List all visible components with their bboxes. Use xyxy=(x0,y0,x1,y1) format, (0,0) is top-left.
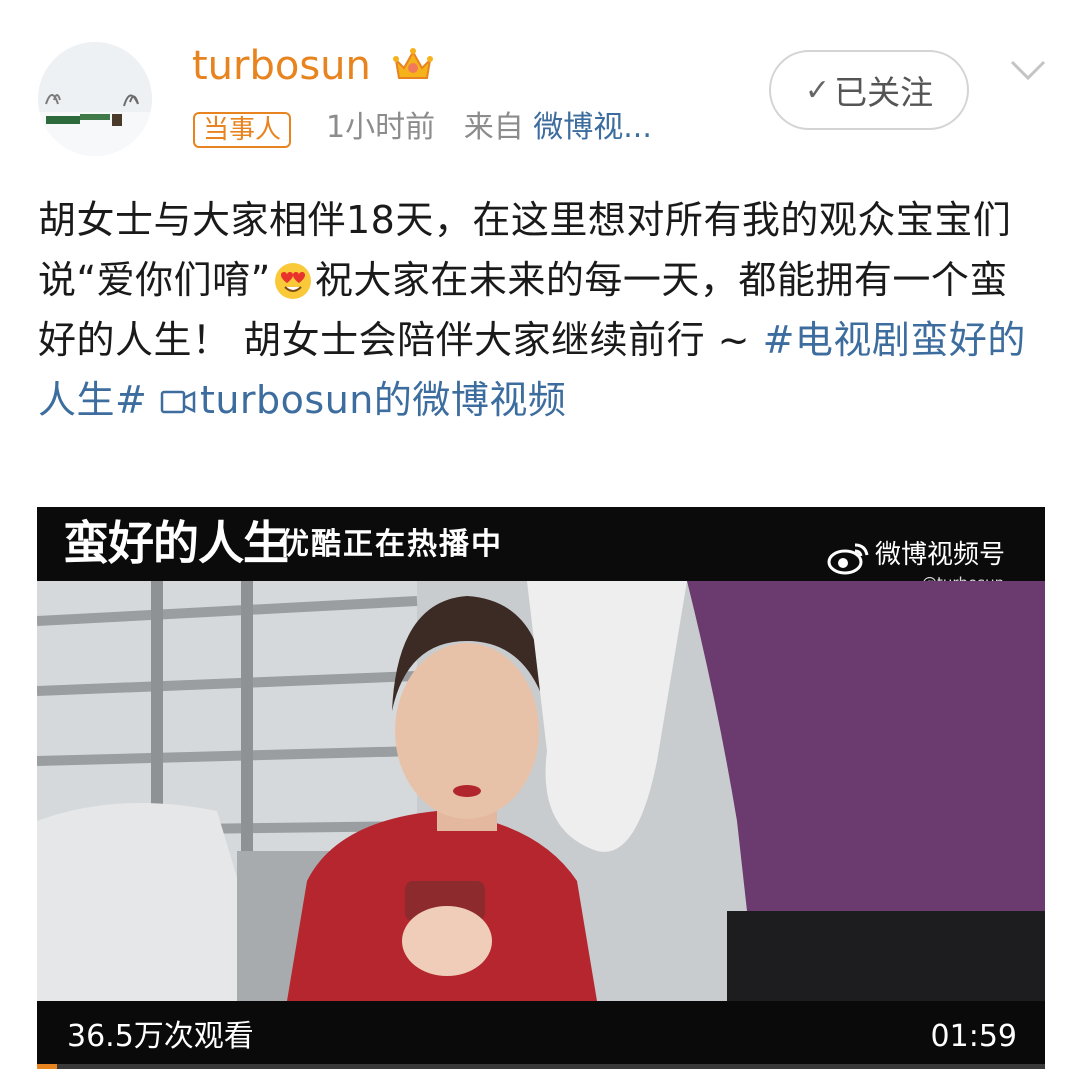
video-frame xyxy=(37,581,1045,1001)
video-player[interactable]: 蛮好的人生 优酷正在热播中 微博视频号 @turbosun xyxy=(37,507,1045,1069)
from-label: 来自 xyxy=(463,110,524,145)
video-link[interactable]: turbosun的微博视频 xyxy=(160,378,566,422)
progress-fill xyxy=(37,1064,58,1069)
post-body: 胡女士与大家相伴18天，在这里想对所有我的观众宝宝们说“爱你们唷” 祝大家在未来… xyxy=(38,190,1043,430)
video-camera-icon xyxy=(160,390,196,414)
now-playing-text: 优酷正在热播中 xyxy=(279,527,503,562)
video-info-bar: 36.5万次观看 01:59 xyxy=(37,1001,1045,1069)
chevron-down-icon[interactable] xyxy=(1008,58,1048,84)
avatar[interactable] xyxy=(38,42,152,156)
role-badge: 当事人 xyxy=(193,112,292,148)
follow-button[interactable]: ✓ 已关注 xyxy=(769,50,969,130)
heart-eyes-emoji-icon xyxy=(274,263,311,299)
video-banner: 蛮好的人生 优酷正在热播中 微博视频号 @turbosun xyxy=(37,507,1045,592)
weibo-video-brand: 微博视频号 xyxy=(875,540,1006,570)
video-duration: 01:59 xyxy=(930,1019,1017,1054)
show-title: 蛮好的人生 xyxy=(63,516,289,570)
video-link-label: turbosun的微博视频 xyxy=(199,378,567,422)
weibo-logo-icon xyxy=(827,543,869,575)
post-time: 1小时前 xyxy=(326,110,436,145)
view-count: 36.5万次观看 xyxy=(67,1019,254,1054)
post-meta: 1小时前 来自 微博视... xyxy=(326,108,652,148)
username[interactable]: turbosun xyxy=(192,40,371,92)
crown-icon xyxy=(393,48,433,79)
follow-label: 已关注 xyxy=(834,73,934,112)
progress-bar[interactable] xyxy=(37,1064,1045,1069)
post-source[interactable]: 微博视... xyxy=(533,110,652,145)
avatar-image xyxy=(38,42,152,156)
check-icon: ✓ xyxy=(804,72,831,108)
